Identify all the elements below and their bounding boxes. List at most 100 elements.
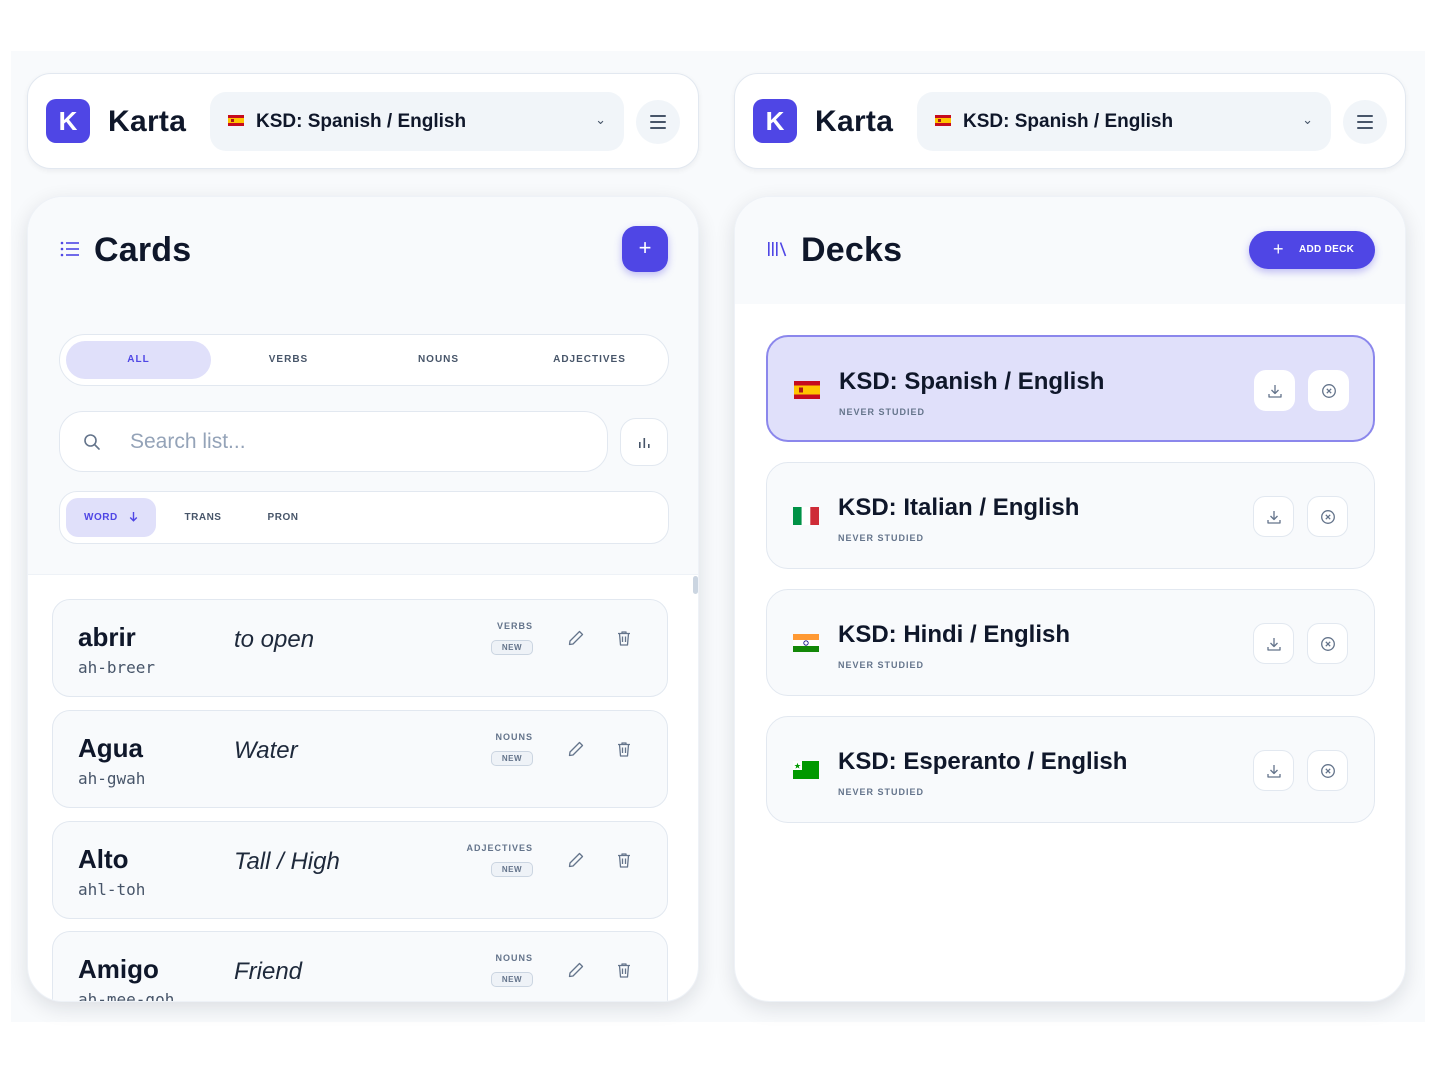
card-translation: Friend bbox=[234, 958, 303, 985]
card-row[interactable]: Agua ah-gwah Water NOUNS NEW bbox=[52, 710, 668, 808]
download-icon bbox=[1267, 765, 1281, 778]
stats-button[interactable] bbox=[620, 418, 668, 466]
sort-word[interactable]: WORD bbox=[66, 498, 156, 537]
sort-pron[interactable]: PRON bbox=[250, 498, 316, 537]
close-circle-icon bbox=[1321, 764, 1335, 778]
card-row[interactable]: Alto ahl-toh Tall / High ADJECTIVES NEW bbox=[52, 821, 668, 919]
tab-adjectives[interactable]: ADJECTIVES bbox=[517, 341, 662, 379]
card-word: Amigo bbox=[78, 954, 159, 984]
deck-status: NEVER STUDIED bbox=[838, 533, 925, 543]
download-icon bbox=[1268, 385, 1282, 398]
card-row[interactable]: abrir ah-breer to open VERBS NEW bbox=[52, 599, 668, 697]
status-badge: NEW bbox=[491, 972, 533, 987]
tab-nouns[interactable]: NOUNS bbox=[366, 341, 511, 379]
menu-icon bbox=[1357, 115, 1373, 117]
card-translation: Tall / High bbox=[234, 848, 340, 875]
deck-item[interactable]: KSD: Spanish / English NEVER STUDIED bbox=[766, 335, 1375, 442]
decks-panel-header: Decks + ADD DECK bbox=[735, 197, 1405, 304]
deck-status: NEVER STUDIED bbox=[839, 407, 926, 417]
add-deck-label: ADD DECK bbox=[1299, 244, 1355, 255]
trash-icon[interactable] bbox=[615, 961, 633, 979]
deck-status: NEVER STUDIED bbox=[838, 660, 925, 670]
trash-icon[interactable] bbox=[615, 629, 633, 647]
deck-status: NEVER STUDIED bbox=[838, 787, 925, 797]
tab-all[interactable]: ALL bbox=[66, 341, 211, 379]
download-icon bbox=[1267, 511, 1281, 524]
search-box bbox=[59, 411, 608, 472]
deck-selector-label: KSD: Spanish / English bbox=[963, 111, 1174, 132]
add-deck-button[interactable]: + ADD DECK bbox=[1249, 231, 1375, 269]
menu-button[interactable] bbox=[636, 100, 680, 144]
menu-icon-line bbox=[1357, 121, 1373, 123]
download-button[interactable] bbox=[1254, 370, 1295, 411]
card-category: NOUNS bbox=[495, 953, 533, 963]
card-list: abrir ah-breer to open VERBS NEW Agua ah… bbox=[28, 575, 698, 1001]
bar-chart-icon bbox=[639, 438, 650, 448]
deck-selector-label: KSD: Spanish / English bbox=[256, 111, 467, 132]
close-circle-icon bbox=[1322, 384, 1336, 398]
deck-item[interactable]: KSD: Italian / English NEVER STUDIED bbox=[766, 462, 1375, 569]
deck-selector[interactable]: KSD: Spanish / English ⌄ bbox=[210, 92, 624, 151]
menu-button[interactable] bbox=[1343, 100, 1387, 144]
deck-name: KSD: Italian / English bbox=[838, 494, 1080, 521]
card-filters: ALL VERBS NOUNS ADJECTIVES WORD TRANS PR… bbox=[28, 304, 698, 575]
card-word: Alto bbox=[78, 844, 129, 874]
deck-item[interactable]: KSD: Hindi / English NEVER STUDIED bbox=[766, 589, 1375, 696]
category-tabs: ALL VERBS NOUNS ADJECTIVES bbox=[59, 334, 669, 386]
spain-flag-icon bbox=[228, 115, 244, 126]
card-category: ADJECTIVES bbox=[466, 843, 533, 853]
pencil-icon[interactable] bbox=[567, 740, 585, 758]
download-button[interactable] bbox=[1253, 623, 1294, 664]
pencil-icon[interactable] bbox=[567, 961, 585, 979]
plus-icon: + bbox=[1273, 239, 1284, 259]
menu-icon-line bbox=[1357, 127, 1373, 129]
remove-deck-button[interactable] bbox=[1307, 496, 1348, 537]
app-name: Karta bbox=[815, 105, 894, 138]
card-translation: to open bbox=[234, 626, 315, 653]
add-card-button[interactable]: + bbox=[622, 226, 668, 272]
app-logo[interactable]: K bbox=[753, 99, 797, 143]
remove-deck-button[interactable] bbox=[1307, 623, 1348, 664]
card-row[interactable]: Amigo ah-mee-goh Friend NOUNS NEW bbox=[52, 931, 668, 1001]
decks-panel: Decks + ADD DECK KSD: Spanish / English … bbox=[734, 196, 1406, 1002]
esperanto-flag-icon bbox=[793, 761, 819, 779]
search-icon bbox=[84, 434, 100, 450]
trash-icon[interactable] bbox=[615, 740, 633, 758]
download-button[interactable] bbox=[1253, 750, 1294, 791]
plus-icon: + bbox=[638, 235, 652, 260]
download-button[interactable] bbox=[1253, 496, 1294, 537]
spain-flag-icon bbox=[935, 115, 951, 126]
sort-label: WORD bbox=[84, 512, 118, 523]
deck-name: KSD: Esperanto / English bbox=[838, 748, 1128, 775]
pencil-icon[interactable] bbox=[567, 851, 585, 869]
india-flag-icon bbox=[793, 634, 819, 652]
card-pronunciation: ah-breer bbox=[78, 658, 156, 677]
search-input[interactable] bbox=[130, 426, 570, 458]
remove-deck-button[interactable] bbox=[1307, 750, 1348, 791]
card-word: abrir bbox=[78, 622, 136, 652]
tab-verbs[interactable]: VERBS bbox=[216, 341, 361, 379]
app-canvas: K Karta KSD: Spanish / English ⌄ K Karta… bbox=[11, 51, 1425, 1022]
cards-panel: Cards + ALL VERBS NOUNS ADJECTIVES WORD bbox=[27, 196, 699, 1002]
deck-item[interactable]: KSD: Esperanto / English NEVER STUDIED bbox=[766, 716, 1375, 823]
app-name: Karta bbox=[108, 105, 187, 138]
scrollbar[interactable] bbox=[693, 576, 698, 594]
chevron-down-icon: ⌄ bbox=[595, 112, 606, 127]
card-translation: Water bbox=[234, 737, 298, 764]
app-logo[interactable]: K bbox=[46, 99, 90, 143]
remove-deck-button[interactable] bbox=[1308, 370, 1349, 411]
chevron-down-icon: ⌄ bbox=[1302, 112, 1313, 127]
list-icon bbox=[60, 241, 79, 257]
pencil-icon[interactable] bbox=[567, 629, 585, 647]
deck-selector[interactable]: KSD: Spanish / English ⌄ bbox=[917, 92, 1331, 151]
close-circle-icon bbox=[1321, 637, 1335, 651]
sort-trans[interactable]: TRANS bbox=[170, 498, 236, 537]
card-pronunciation: ahl-toh bbox=[78, 880, 146, 899]
cards-panel-header: Cards + bbox=[28, 197, 698, 304]
trash-icon[interactable] bbox=[615, 851, 633, 869]
card-category: NOUNS bbox=[495, 732, 533, 742]
menu-icon-line bbox=[650, 127, 666, 129]
deck-name: KSD: Hindi / English bbox=[838, 621, 1070, 648]
arrow-down-icon bbox=[129, 512, 138, 522]
menu-icon bbox=[650, 115, 666, 117]
